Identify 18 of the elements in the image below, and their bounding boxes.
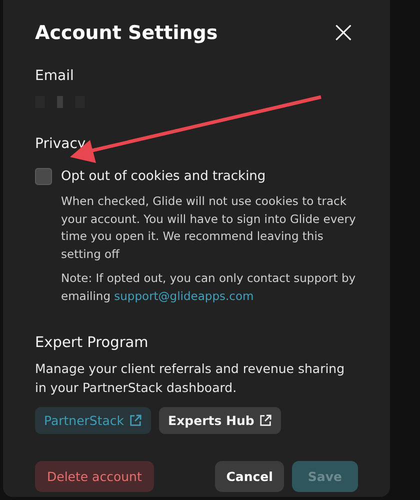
support-email-link[interactable]: support@glideapps.com bbox=[114, 288, 254, 302]
expert-program-description: Manage your client referrals and revenue sharing in your PartnerStack dashboard. bbox=[35, 360, 346, 397]
external-link-icon bbox=[259, 414, 272, 427]
external-link-button[interactable]: PartnerStack bbox=[35, 407, 152, 434]
redacted-email bbox=[35, 96, 85, 108]
checkbox[interactable] bbox=[35, 168, 52, 185]
support-note: Note: If opted out, you can only contact support by emailing support@glideapps.com bbox=[61, 270, 357, 304]
expert-program-heading: Expert Program bbox=[35, 335, 148, 351]
dialog-button[interactable]: Delete account bbox=[35, 461, 154, 492]
close-button[interactable]: × bbox=[328, 18, 358, 48]
email-label: Email bbox=[35, 68, 74, 84]
dialog-title: Account Settings bbox=[35, 22, 218, 44]
external-link-icon bbox=[129, 414, 142, 427]
privacy-description: When checked, Glide will not use cookies to track your account. You will have to sign into Glide every time you open it. We recommend leaving this setting off bbox=[61, 193, 357, 262]
dialog-button[interactable]: Cancel bbox=[215, 461, 284, 492]
external-link-button[interactable]: Experts Hub bbox=[159, 407, 282, 434]
checkbox-label: Opt out of cookies and tracking bbox=[61, 169, 266, 184]
privacy-heading: Privacy bbox=[35, 136, 86, 152]
